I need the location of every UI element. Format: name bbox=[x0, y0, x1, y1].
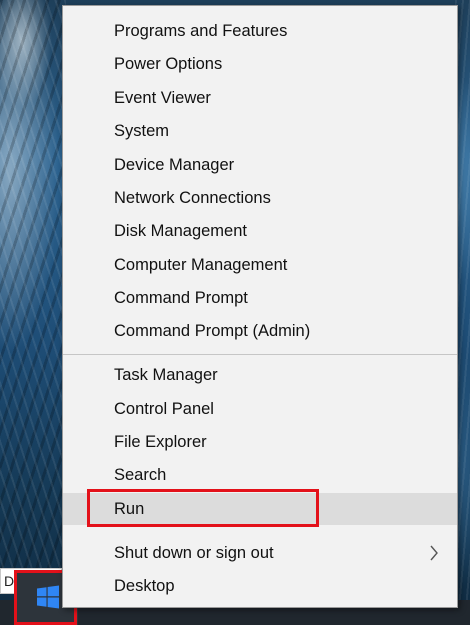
menu-item-shut-down-or-sign-out[interactable]: Shut down or sign out bbox=[63, 537, 457, 569]
menu-separator bbox=[63, 354, 457, 355]
menu-item-network-connections[interactable]: Network Connections bbox=[63, 182, 457, 214]
menu-item-command-prompt-admin[interactable]: Command Prompt (Admin) bbox=[63, 315, 457, 347]
menu-item-computer-management[interactable]: Computer Management bbox=[63, 249, 457, 281]
menu-item-device-manager[interactable]: Device Manager bbox=[63, 149, 457, 181]
menu-item-search[interactable]: Search bbox=[63, 459, 457, 491]
menu-item-power-options[interactable]: Power Options bbox=[63, 48, 457, 80]
menu-item-command-prompt[interactable]: Command Prompt bbox=[63, 282, 457, 314]
menu-item-file-explorer[interactable]: File Explorer bbox=[63, 426, 457, 458]
chevron-right-icon bbox=[430, 545, 438, 561]
menu-item-label: Shut down or sign out bbox=[114, 544, 274, 562]
run-item-highlight bbox=[87, 489, 319, 527]
menu-item-desktop[interactable]: Desktop bbox=[63, 570, 457, 602]
background-window-text: D bbox=[4, 573, 15, 589]
wallpaper-tree-texture bbox=[0, 0, 66, 590]
menu-item-event-viewer[interactable]: Event Viewer bbox=[63, 82, 457, 114]
menu-item-disk-management[interactable]: Disk Management bbox=[63, 215, 457, 247]
menu-item-system[interactable]: System bbox=[63, 115, 457, 147]
menu-item-programs-and-features[interactable]: Programs and Features bbox=[63, 15, 457, 47]
menu-item-control-panel[interactable]: Control Panel bbox=[63, 393, 457, 425]
menu-item-task-manager[interactable]: Task Manager bbox=[63, 359, 457, 391]
